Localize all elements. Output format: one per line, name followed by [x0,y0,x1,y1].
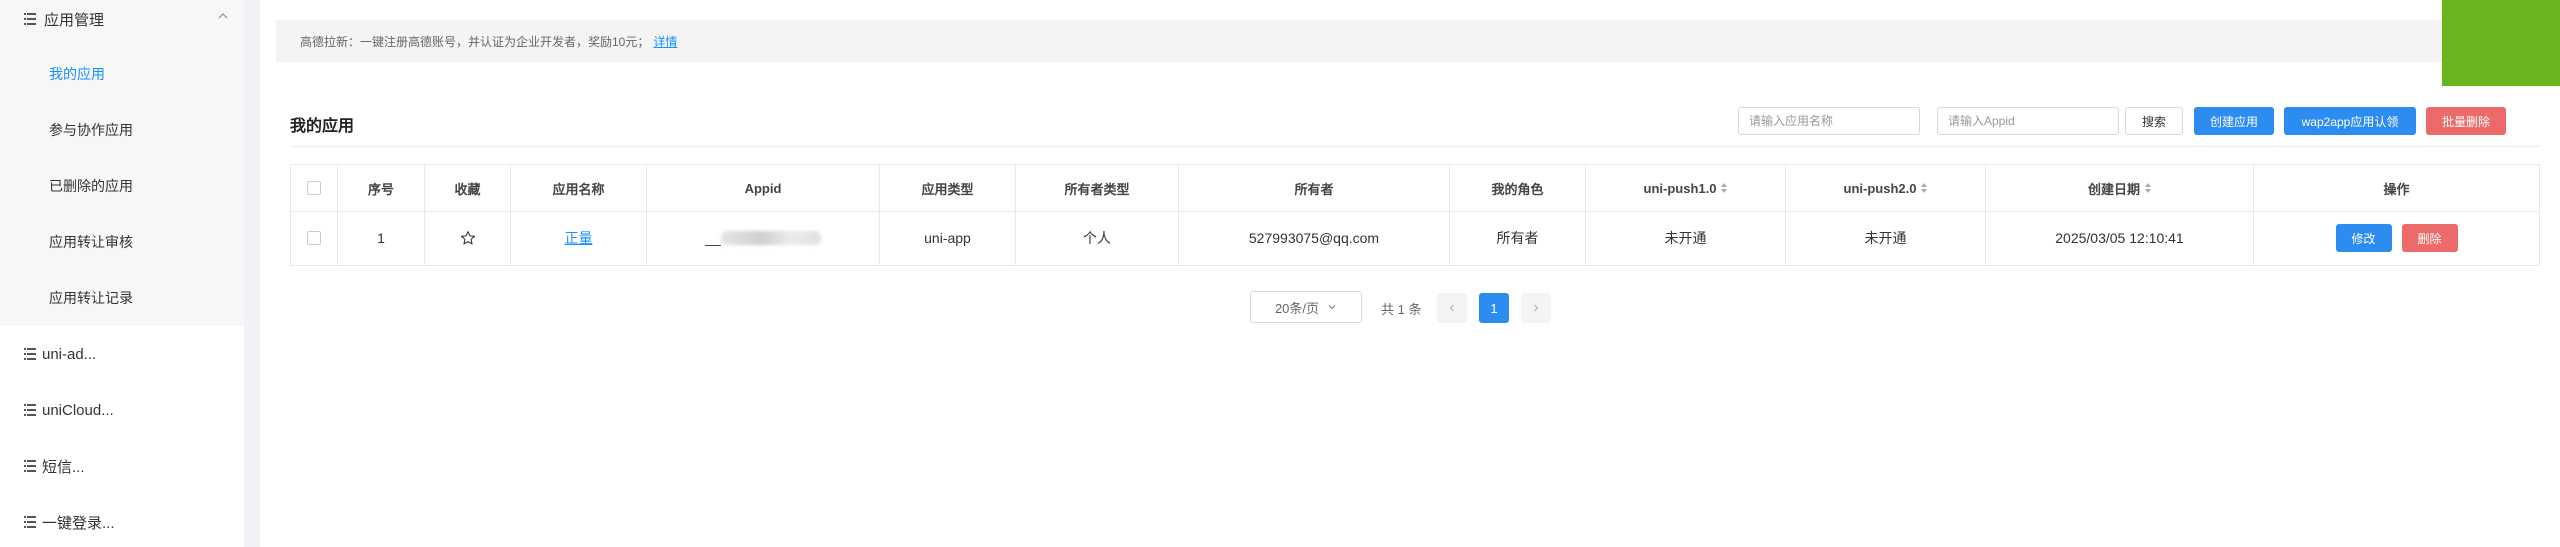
sidebar-item-uni-ad[interactable]: uni-ad... [0,334,244,374]
header-uni-push2[interactable]: uni-push2.0 [1786,165,1986,211]
table-row: 1 正量 __ uni-app 个人 527993075@qq.com 所有者 … [291,211,2539,265]
row-checkbox[interactable] [307,231,321,245]
create-app-button[interactable]: 创建应用 [2194,107,2274,135]
sidebar-item-label: 一键登录... [42,514,115,532]
row-app-name-cell: 正量 [511,211,647,265]
row-uni-push1: 未开通 [1586,211,1786,265]
appid-text: __ [705,230,721,246]
header-app-name: 应用名称 [511,165,647,211]
header-created-date-label: 创建日期 [2087,181,2140,197]
notice-details-link[interactable]: 详情 [653,33,677,50]
header-index: 序号 [338,165,425,211]
sidebar-item-sms[interactable]: 短信... [0,446,244,486]
notice-bar: 高德拉新：一键注册高德账号，并认证为企业开发者，奖励10元； 详情 [276,20,2560,62]
chevron-down-icon [1328,305,1336,310]
list-icon [24,348,36,360]
app-name-search-input[interactable] [1738,107,1920,135]
page-size-select[interactable]: 20条/页 [1250,291,1362,323]
search-button[interactable]: 搜索 [2125,107,2183,135]
header-owner: 所有者 [1179,165,1450,211]
header-uni-push1[interactable]: uni-push1.0 [1586,165,1786,211]
prev-page-button[interactable] [1437,293,1467,323]
sidebar-item-transfer-records[interactable]: 应用转让记录 [49,288,133,308]
corner-green-block [2442,0,2560,86]
wap2app-claim-button[interactable]: wap2app应用认领 [2284,107,2416,135]
list-icon [24,13,36,25]
sidebar-item-collab-apps[interactable]: 参与协作应用 [49,120,133,140]
row-select-cell [291,211,338,265]
appid-search-input[interactable] [1937,107,2119,135]
header-app-type: 应用类型 [880,165,1016,211]
batch-delete-button[interactable]: 批量删除 [2426,107,2506,135]
sort-icon[interactable] [2145,183,2151,193]
delete-button[interactable]: 删除 [2401,224,2458,252]
select-all-checkbox[interactable] [307,181,321,195]
notice-text: 高德拉新：一键注册高德账号，并认证为企业开发者，奖励10元； [300,34,650,49]
sort-icon[interactable] [1921,183,1928,193]
sidebar: 应用管理 我的应用 参与协作应用 已删除的应用 应用转让审核 应用转让记录 un… [0,0,244,547]
row-created-date: 2025/03/05 12:10:41 [1986,211,2254,265]
sidebar-item-label: 短信... [42,458,85,476]
page-title: 我的应用 [290,118,355,135]
row-appid: __ [647,211,880,265]
row-index: 1 [338,211,425,265]
header-select-all [291,165,338,211]
pagination-total: 共 1 条 [1381,302,1422,317]
header-appid: Appid [647,165,880,211]
sidebar-item-label: uniCloud... [42,401,114,419]
sidebar-group-label: 应用管理 [44,11,105,29]
row-my-role: 所有者 [1450,211,1586,265]
header-owner-type: 所有者类型 [1016,165,1179,211]
star-icon[interactable] [460,230,476,246]
row-actions: 修改 删除 [2254,211,2539,265]
chevron-up-icon [218,13,228,19]
next-page-button[interactable] [1521,293,1551,323]
divider [290,146,2540,147]
row-favorite-cell [425,211,511,265]
header-my-role: 我的角色 [1450,165,1586,211]
sidebar-item-my-apps[interactable]: 我的应用 [49,64,105,84]
list-icon [24,516,36,528]
row-owner-type: 个人 [1016,211,1179,265]
app-name-link[interactable]: 正量 [565,228,593,248]
chevron-left-icon [1449,304,1454,312]
main-content: 高德拉新：一键注册高德账号，并认证为企业开发者，奖励10元； 详情 我的应用 搜… [260,0,2560,547]
list-icon [24,460,36,472]
header-uni-push1-label: uni-push1.0 [1643,180,1717,196]
header-created-date[interactable]: 创建日期 [1986,165,2254,211]
sidebar-group-header[interactable]: 应用管理 [0,0,244,38]
chevron-right-icon [1534,304,1539,312]
header-favorite: 收藏 [425,165,511,211]
edit-button[interactable]: 修改 [2335,224,2392,252]
appid-redaction [720,231,821,245]
table-header-row: 序号 收藏 应用名称 Appid 应用类型 所有者类型 所有者 我的角色 uni… [291,165,2539,212]
row-uni-push2: 未开通 [1786,211,1986,265]
sidebar-item-one-click-login[interactable]: 一键登录... [0,502,244,542]
row-app-type: uni-app [880,211,1016,265]
page-size-value: 20条/页 [1274,300,1320,316]
sidebar-item-unicloud[interactable]: uniCloud... [0,390,244,430]
sort-icon[interactable] [1721,183,1728,193]
header-actions: 操作 [2383,181,2410,197]
sidebar-item-label: uni-ad... [42,345,97,363]
sidebar-group-app-management: 应用管理 我的应用 参与协作应用 已删除的应用 应用转让审核 应用转让记录 [0,0,244,326]
list-icon [24,404,36,416]
row-owner: 527993075@qq.com [1179,211,1450,265]
page-number-button[interactable]: 1 [1479,293,1509,323]
apps-table: 序号 收藏 应用名称 Appid 应用类型 所有者类型 所有者 我的角色 uni… [290,164,2540,266]
sidebar-item-deleted-apps[interactable]: 已删除的应用 [49,176,133,196]
header-uni-push2-label: uni-push2.0 [1843,180,1917,196]
sidebar-item-transfer-review[interactable]: 应用转让审核 [49,232,133,252]
